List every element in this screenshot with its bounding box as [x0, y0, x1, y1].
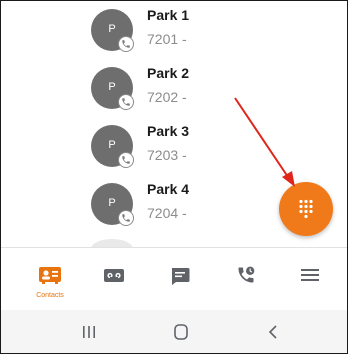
contact-row-park-1[interactable]: P Park 1 7201 - — [1, 1, 347, 59]
contacts-icon — [39, 267, 61, 284]
avatar: P — [91, 9, 134, 52]
tab-contacts[interactable]: Contacts — [20, 248, 80, 310]
avatar-initial: P — [108, 139, 116, 151]
contact-row-park-3[interactable]: P Park 3 7203 - — [1, 117, 347, 175]
avatar-initial: P — [108, 81, 116, 93]
phone-badge-icon — [118, 94, 134, 110]
phone-badge-icon — [118, 152, 134, 168]
avatar-initial: P — [108, 23, 116, 35]
home-icon — [174, 324, 188, 340]
voicemail-icon — [104, 269, 124, 282]
contact-name: Park 2 — [147, 65, 190, 81]
contact-name: Park 1 — [147, 7, 190, 23]
contact-row-park-2[interactable]: P Park 2 7202 - — [1, 59, 347, 117]
avatar-initial: P — [108, 197, 116, 209]
home-button[interactable] — [161, 316, 201, 348]
tab-call-history[interactable] — [216, 248, 276, 310]
contact-extension: 7201 - — [147, 31, 187, 47]
back-icon — [268, 325, 277, 339]
tab-voicemail[interactable] — [84, 248, 144, 310]
recent-apps-button[interactable] — [69, 316, 109, 348]
contact-extension: 7202 - — [147, 89, 187, 105]
chat-icon — [171, 268, 190, 285]
app-screen: P Park 1 7201 - P Park 2 7202 - P Park 3… — [0, 0, 348, 354]
tab-menu[interactable] — [280, 248, 340, 310]
menu-icon — [301, 269, 319, 281]
tab-label: Contacts — [36, 292, 64, 299]
avatar: P — [91, 125, 134, 168]
contact-name: Park 3 — [147, 123, 190, 139]
contact-name: Park 4 — [147, 181, 190, 197]
back-button[interactable] — [253, 316, 293, 348]
recent-apps-icon — [83, 326, 95, 338]
partial-avatar-next-row — [91, 239, 133, 247]
avatar: P — [91, 183, 134, 226]
phone-badge-icon — [118, 36, 134, 52]
contact-extension: 7204 - — [147, 205, 187, 221]
phone-badge-icon — [118, 210, 134, 226]
dialpad-fab[interactable] — [279, 182, 333, 236]
call-history-icon — [238, 266, 255, 283]
tab-chat[interactable] — [150, 248, 210, 310]
dialpad-icon — [299, 199, 313, 219]
contact-extension: 7203 - — [147, 147, 187, 163]
system-navigation-bar — [1, 310, 347, 353]
bottom-tab-bar: Contacts — [1, 247, 347, 310]
avatar: P — [91, 67, 134, 110]
